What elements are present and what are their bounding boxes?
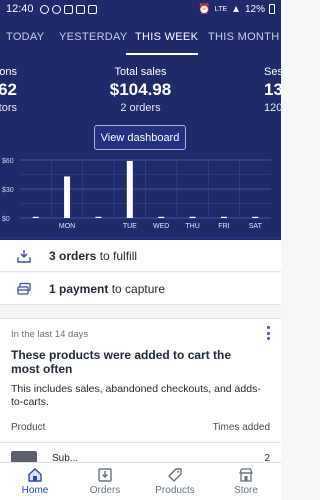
metric-value: 62 (0, 80, 17, 99)
task-count: 1 payment (49, 281, 109, 296)
nav-label: Home (21, 485, 49, 496)
x-tick-label: TUE (123, 223, 137, 230)
battery-icon (269, 4, 275, 14)
nav-orders[interactable]: Orders (70, 463, 140, 500)
metric-value: $104.98 (109, 80, 172, 99)
status-bar: 12:40 ⏰ LTE ▲ 12% (0, 0, 281, 18)
active-tab-indicator (126, 53, 198, 55)
tab-this-week[interactable]: THIS WEEK (135, 31, 198, 43)
metric-sessions-partial[interactable]: Ses 13 120 (264, 66, 281, 114)
notification-icons (39, 4, 97, 14)
chart-bar (220, 216, 227, 218)
nav-products[interactable]: Products (140, 463, 210, 500)
more-options-icon[interactable] (265, 326, 271, 340)
alarm-icon: ⏰ (198, 3, 211, 15)
nav-home[interactable]: Home (0, 463, 70, 500)
divider (0, 442, 281, 443)
nav-label: Orders (89, 485, 121, 496)
tab-yesterday[interactable]: YESTERDAY (59, 31, 128, 43)
youtube-icon (87, 4, 97, 14)
column-product: Product (11, 422, 46, 433)
y-tick-label: $60 (2, 158, 14, 165)
x-tick-label: SAT (249, 223, 263, 230)
signal-icon: ▲ (231, 3, 241, 15)
task-count: 3 orders (49, 248, 97, 263)
metric-label: Total sales (114, 66, 167, 78)
chart-bar (126, 160, 133, 218)
chart-bar (95, 216, 102, 218)
notification-icon (51, 4, 61, 14)
metric-total-sales[interactable]: Total sales $104.98 2 orders (88, 66, 193, 114)
metric-sub: 2 orders (120, 102, 161, 114)
task-orders-to-fulfill[interactable]: 3 orders to fulfill (0, 240, 281, 272)
bottom-navigation: Home Orders Products Store (0, 462, 281, 500)
nav-label: Products (155, 485, 195, 496)
view-dashboard-button[interactable]: View dashboard (94, 125, 186, 150)
x-tick-label: THU (185, 223, 199, 230)
card-eyebrow: In the last 14 days (11, 329, 89, 340)
y-tick-label: $30 (2, 187, 14, 194)
metric-orders-partial[interactable]: ons 62 tors (0, 66, 17, 114)
tab-this-month[interactable]: THIS MONTH (208, 31, 279, 43)
home-icon (27, 467, 43, 483)
inbox-download-icon (17, 249, 31, 263)
task-text: to fulfill (96, 248, 138, 263)
sales-bar-chart: $60 $30 $0 MON TUE WED THU FRI SAT (0, 158, 281, 239)
card-description: This includes sales, abandoned checkouts… (11, 383, 261, 408)
nav-store[interactable]: Store (211, 463, 281, 500)
metric-sub: 120 (264, 102, 281, 114)
top-products-card: In the last 14 days These products were … (0, 318, 281, 464)
metric-value: 13 (264, 80, 281, 99)
metric-sub: tors (0, 102, 17, 114)
nav-label: Store (234, 485, 258, 496)
orders-icon (97, 467, 113, 483)
table-header: Product Times added (11, 422, 270, 433)
chart-bar (158, 216, 165, 218)
status-time: 12:40 (6, 3, 34, 15)
x-tick-label: WED (153, 223, 169, 230)
task-payment-to-capture[interactable]: 1 payment to capture (0, 273, 281, 305)
battery-label: 12% (244, 3, 265, 15)
store-icon (238, 467, 254, 483)
analytics-header: TODAY YESTERDAY THIS WEEK THIS MONTH ons… (0, 18, 281, 240)
chart-bar (32, 216, 39, 218)
task-text: to capture (108, 281, 166, 296)
notification-icon (63, 4, 73, 14)
y-tick-label: $0 (2, 216, 10, 223)
metric-label: Ses (264, 66, 281, 78)
card-title: These products were added to cart the mo… (11, 348, 232, 376)
column-times-added: Times added (212, 422, 270, 433)
period-tabs: TODAY YESTERDAY THIS WEEK THIS MONTH (0, 18, 281, 56)
network-label: LTE (214, 5, 228, 13)
metrics-row: ons 62 tors Total sales $104.98 2 orders… (0, 66, 281, 126)
tab-today[interactable]: TODAY (6, 31, 44, 43)
chart-bar (252, 216, 259, 218)
chart-bar (189, 216, 196, 218)
x-tick-label: FRI (218, 223, 229, 230)
youtube-icon (75, 4, 85, 14)
products-tag-icon (167, 467, 183, 483)
metric-label: ons (0, 66, 17, 78)
x-tick-label: MON (59, 223, 75, 230)
credit-card-icon (17, 282, 31, 296)
notification-icon (39, 4, 49, 14)
chart-bar (64, 176, 71, 218)
